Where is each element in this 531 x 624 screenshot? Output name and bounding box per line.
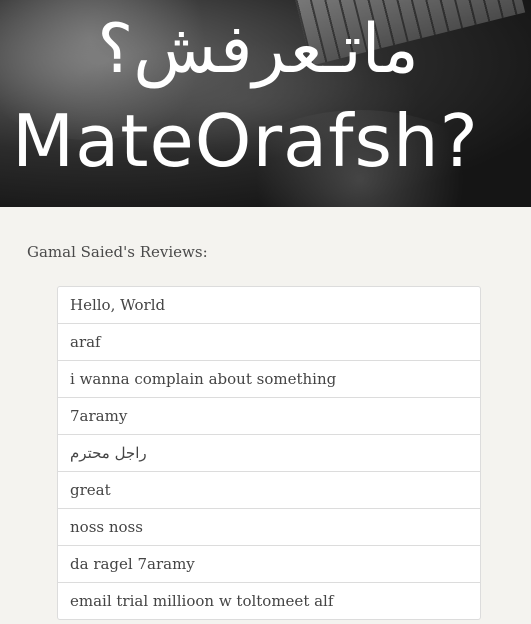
review-item: Hello, World — [70, 296, 166, 314]
review-item: great — [58, 471, 480, 508]
site-banner: ماتـعرفش؟ MateOrafsh? — [0, 0, 531, 207]
page-title: Gamal Saied's Reviews: — [27, 243, 208, 261]
review-item: araf — [58, 323, 480, 360]
review-item: راجل محترم — [58, 434, 480, 471]
reviews-list: Hello, World araf i wanna complain about… — [57, 286, 481, 620]
review-item: da ragel 7aramy — [58, 545, 480, 582]
review-item: noss noss — [58, 508, 480, 545]
logo-english: MateOrafsh? — [12, 99, 479, 183]
review-item: email trial millioon w toltomeet alf — [58, 582, 480, 619]
review-item: 7aramy — [58, 397, 480, 434]
review-item: i wanna complain about something — [58, 360, 480, 397]
logo-arabic: ماتـعرفش؟ — [97, 10, 419, 89]
